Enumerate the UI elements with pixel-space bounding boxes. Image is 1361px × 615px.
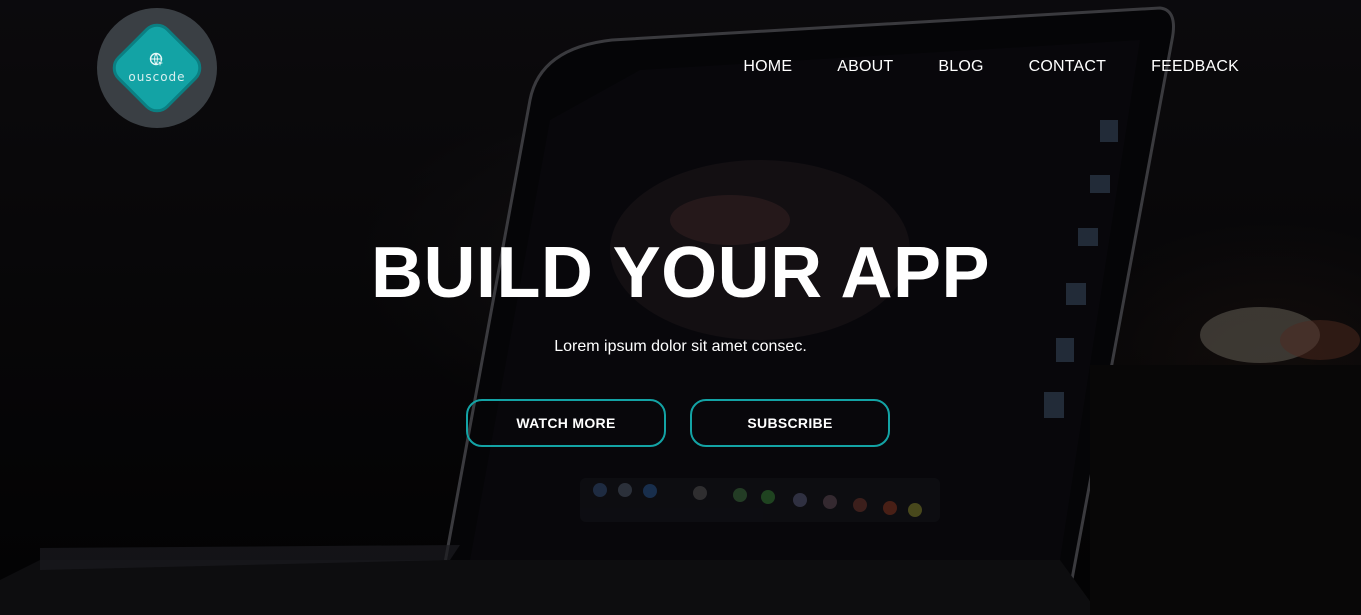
logo[interactable]: ouscode [97,8,217,128]
logo-text: ouscode [128,70,186,84]
logo-content: ouscode [128,52,185,84]
main-nav: HOME ABOUT BLOG CONTACT FEEDBACK [743,58,1239,76]
hero-section: ouscode HOME ABOUT BLOG CONTACT FEEDBACK… [0,0,1361,615]
subscribe-button[interactable]: SUBSCRIBE [690,399,890,447]
hero-subtitle: Lorem ipsum dolor sit amet consec. [554,338,807,355]
nav-contact-link[interactable]: CONTACT [1029,58,1107,76]
nav-feedback-link[interactable]: FEEDBACK [1151,58,1239,76]
nav-home-link[interactable]: HOME [743,58,792,76]
hero-title: BUILD YOUR APP [370,233,991,313]
globe-cursor-icon [149,52,165,68]
hero-buttons: WATCH MORE SUBSCRIBE [466,399,890,447]
nav-about-link[interactable]: ABOUT [837,58,893,76]
watch-more-button[interactable]: WATCH MORE [466,399,666,447]
nav-blog-link[interactable]: BLOG [938,58,983,76]
